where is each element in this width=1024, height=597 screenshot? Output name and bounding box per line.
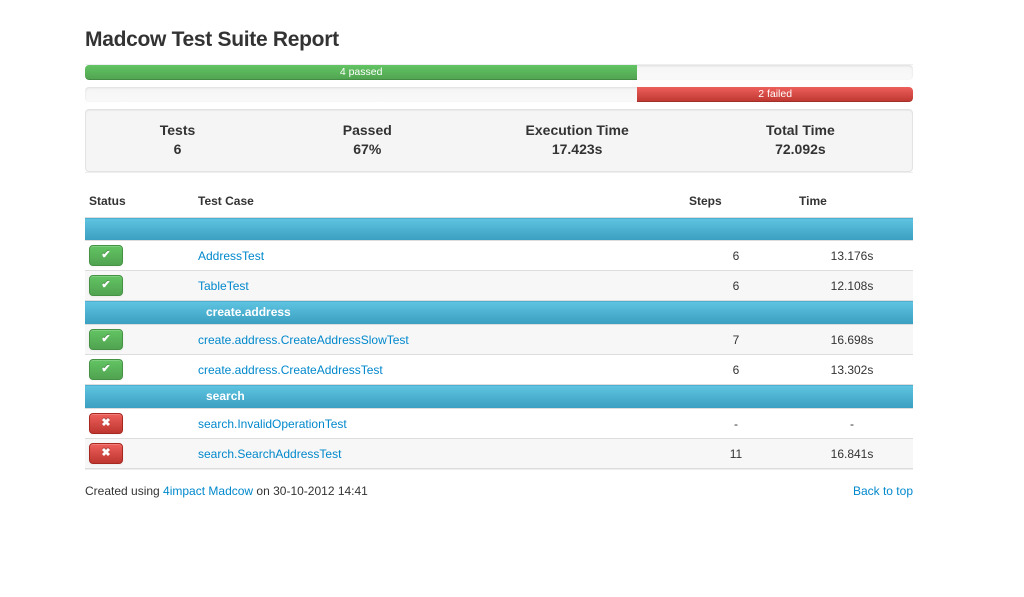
check-icon: ✔	[101, 249, 110, 261]
section-divider	[85, 172, 913, 173]
column-header-steps: Steps	[681, 185, 791, 218]
test-case-link[interactable]: AddressTest	[198, 249, 264, 263]
stat-total-time-value: 72.092s	[689, 139, 912, 159]
group-header-search: search	[85, 385, 913, 409]
time-value: 13.302s	[791, 355, 913, 385]
time-value: 16.841s	[791, 439, 913, 469]
status-failed-button[interactable]: ✖	[89, 413, 123, 434]
back-to-top-link[interactable]: Back to top	[853, 483, 913, 499]
failed-progress-bar: 2 failed	[637, 87, 913, 102]
time-value: -	[791, 409, 913, 439]
table-row: ✔ create.address.CreateAddressSlowTest 7…	[85, 325, 913, 355]
stat-execution-time-label: Execution Time	[466, 121, 689, 139]
stat-passed-value: 67%	[269, 139, 465, 159]
failed-progress-track: 2 failed	[85, 87, 913, 102]
madcow-link[interactable]: 4impact Madcow	[163, 484, 253, 498]
stat-total-time-label: Total Time	[689, 121, 912, 139]
group-header-label	[85, 218, 913, 241]
table-row: ✖ search.SearchAddressTest 11 16.841s	[85, 439, 913, 469]
group-header-label: create.address	[85, 301, 913, 325]
status-passed-button[interactable]: ✔	[89, 245, 123, 266]
steps-value: 7	[681, 325, 791, 355]
steps-value: 6	[681, 355, 791, 385]
table-row: ✔ AddressTest 6 13.176s	[85, 241, 913, 271]
stat-execution-time: Execution Time 17.423s	[466, 121, 689, 159]
created-suffix: on 30-10-2012 14:41	[253, 484, 368, 498]
group-header-default	[85, 218, 913, 241]
test-case-link[interactable]: create.address.CreateAddressTest	[198, 363, 383, 377]
test-case-link[interactable]: search.InvalidOperationTest	[198, 417, 347, 431]
stat-tests-label: Tests	[86, 121, 269, 139]
table-header-row: Status Test Case Steps Time	[85, 185, 913, 218]
status-passed-button[interactable]: ✔	[89, 275, 123, 296]
summary-well: Tests 6 Passed 67% Execution Time 17.423…	[85, 109, 913, 172]
column-header-time: Time	[791, 185, 913, 218]
cross-icon: ✖	[101, 447, 110, 459]
page-title: Madcow Test Suite Report	[85, 28, 913, 52]
table-row: ✔ TableTest 6 12.108s	[85, 271, 913, 301]
column-header-test-case: Test Case	[190, 185, 681, 218]
group-header-label: search	[85, 385, 913, 409]
check-icon: ✔	[101, 363, 110, 375]
check-icon: ✔	[101, 279, 110, 291]
steps-value: 6	[681, 241, 791, 271]
stat-execution-time-value: 17.423s	[466, 139, 689, 159]
passed-progress-label: 4 passed	[340, 66, 383, 78]
status-passed-button[interactable]: ✔	[89, 359, 123, 380]
time-value: 13.176s	[791, 241, 913, 271]
results-table: Status Test Case Steps Time ✔ AddressTes…	[85, 185, 913, 469]
table-row: ✖ search.InvalidOperationTest - -	[85, 409, 913, 439]
status-passed-button[interactable]: ✔	[89, 329, 123, 350]
group-header-create-address: create.address	[85, 301, 913, 325]
passed-progress-track: 4 passed	[85, 65, 913, 80]
steps-value: 6	[681, 271, 791, 301]
stat-passed-label: Passed	[269, 121, 465, 139]
footer-divider	[85, 469, 913, 470]
report-container: Madcow Test Suite Report 4 passed 2 fail…	[85, 0, 913, 499]
time-value: 12.108s	[791, 271, 913, 301]
steps-value: -	[681, 409, 791, 439]
failed-progress-label: 2 failed	[758, 88, 792, 100]
stat-total-time: Total Time 72.092s	[689, 121, 912, 159]
stat-tests: Tests 6	[86, 121, 269, 159]
column-header-status: Status	[85, 185, 190, 218]
test-case-link[interactable]: search.SearchAddressTest	[198, 447, 341, 461]
cross-icon: ✖	[101, 417, 110, 429]
test-case-link[interactable]: TableTest	[198, 279, 249, 293]
passed-progress-bar: 4 passed	[85, 65, 637, 80]
check-icon: ✔	[101, 333, 110, 345]
time-value: 16.698s	[791, 325, 913, 355]
steps-value: 11	[681, 439, 791, 469]
footer: Created using 4impact Madcow on 30-10-20…	[85, 483, 913, 499]
test-case-link[interactable]: create.address.CreateAddressSlowTest	[198, 333, 409, 347]
stat-passed: Passed 67%	[269, 121, 465, 159]
stat-tests-value: 6	[86, 139, 269, 159]
created-text: Created using 4impact Madcow on 30-10-20…	[85, 483, 368, 499]
status-failed-button[interactable]: ✖	[89, 443, 123, 464]
table-row: ✔ create.address.CreateAddressTest 6 13.…	[85, 355, 913, 385]
created-prefix: Created using	[85, 484, 163, 498]
